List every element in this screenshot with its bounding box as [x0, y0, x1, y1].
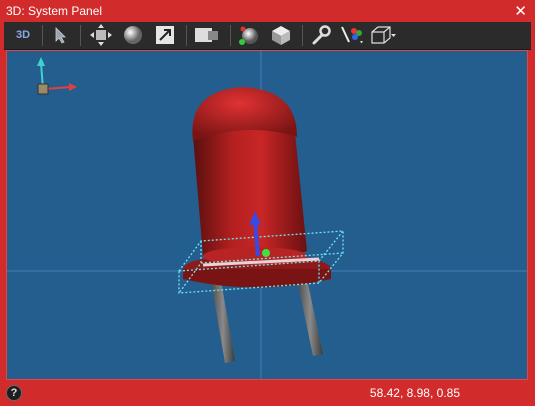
scene-canvas	[7, 51, 527, 379]
coordinates-readout: 58.42, 8.98, 0.85	[369, 386, 460, 400]
window-title: 3D: System Panel	[6, 4, 103, 18]
bounding-box-dropdown[interactable]	[368, 24, 398, 46]
led-model[interactable]	[183, 87, 331, 288]
led-leg-right	[297, 279, 323, 356]
material-button[interactable]	[268, 24, 294, 46]
display-mode-icon	[195, 28, 218, 42]
close-icon[interactable]: ✕	[514, 2, 527, 20]
display-mode-button[interactable]	[192, 24, 222, 46]
shade-button[interactable]	[120, 24, 146, 46]
transform-arrow-icon	[156, 26, 174, 44]
view-3d-label: 3D	[15, 29, 31, 41]
view-3d-button[interactable]: 3D	[8, 24, 38, 46]
toolbar: 3D	[4, 22, 531, 50]
transform-button[interactable]	[152, 24, 178, 46]
shaded-sphere-icon	[124, 26, 142, 44]
separator	[80, 25, 81, 46]
light-sphere-icon	[239, 26, 258, 45]
wireframe-box-icon	[371, 26, 396, 44]
wrench-icon	[312, 25, 331, 45]
separator	[186, 25, 187, 46]
move-button[interactable]	[88, 24, 114, 46]
orientation-gizmo	[37, 57, 77, 95]
light-button[interactable]	[236, 24, 262, 46]
led-leg-left	[211, 281, 235, 363]
3d-viewport[interactable]	[6, 50, 528, 380]
paint-button[interactable]	[338, 24, 366, 46]
move-arrows-icon	[90, 24, 112, 46]
pointer-icon	[55, 27, 66, 44]
status-bar: ? 58.42, 8.98, 0.85	[0, 381, 535, 406]
help-icon[interactable]: ?	[6, 385, 22, 401]
window: 3D: System Panel ✕ 3D ? 58.42, 8.98, 0.8…	[0, 0, 535, 406]
title-bar: 3D: System Panel ✕	[0, 0, 535, 22]
separator	[302, 25, 303, 46]
separator	[230, 25, 231, 46]
settings-button[interactable]	[308, 24, 334, 46]
cube-icon	[272, 26, 290, 45]
paint-brush-icon	[341, 26, 363, 44]
separator	[42, 25, 43, 46]
select-button[interactable]	[48, 24, 74, 46]
